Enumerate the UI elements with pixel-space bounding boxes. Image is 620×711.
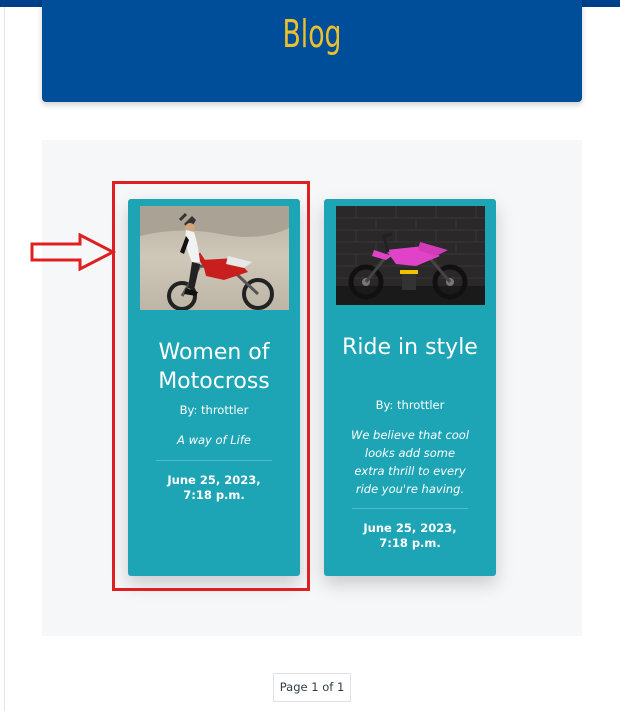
post-description: We believe that cool looks add some extr… bbox=[350, 428, 470, 496]
post-image[interactable] bbox=[336, 206, 485, 305]
post-author: By: throttler bbox=[375, 398, 445, 412]
post-card[interactable]: Ride in style By: throttler We believe t… bbox=[324, 199, 496, 576]
page-border bbox=[4, 0, 5, 711]
post-date: June 25, 2023, 7:18 p.m. bbox=[363, 521, 457, 550]
post-title[interactable]: Ride in style bbox=[330, 333, 490, 362]
arrow-annotation-icon bbox=[30, 233, 116, 271]
site-header: Blog bbox=[42, 0, 582, 102]
highlight-annotation-box bbox=[112, 181, 310, 591]
card-divider bbox=[352, 508, 468, 509]
page-title: Blog bbox=[282, 12, 342, 56]
pagination-indicator[interactable]: Page 1 of 1 bbox=[273, 673, 351, 702]
